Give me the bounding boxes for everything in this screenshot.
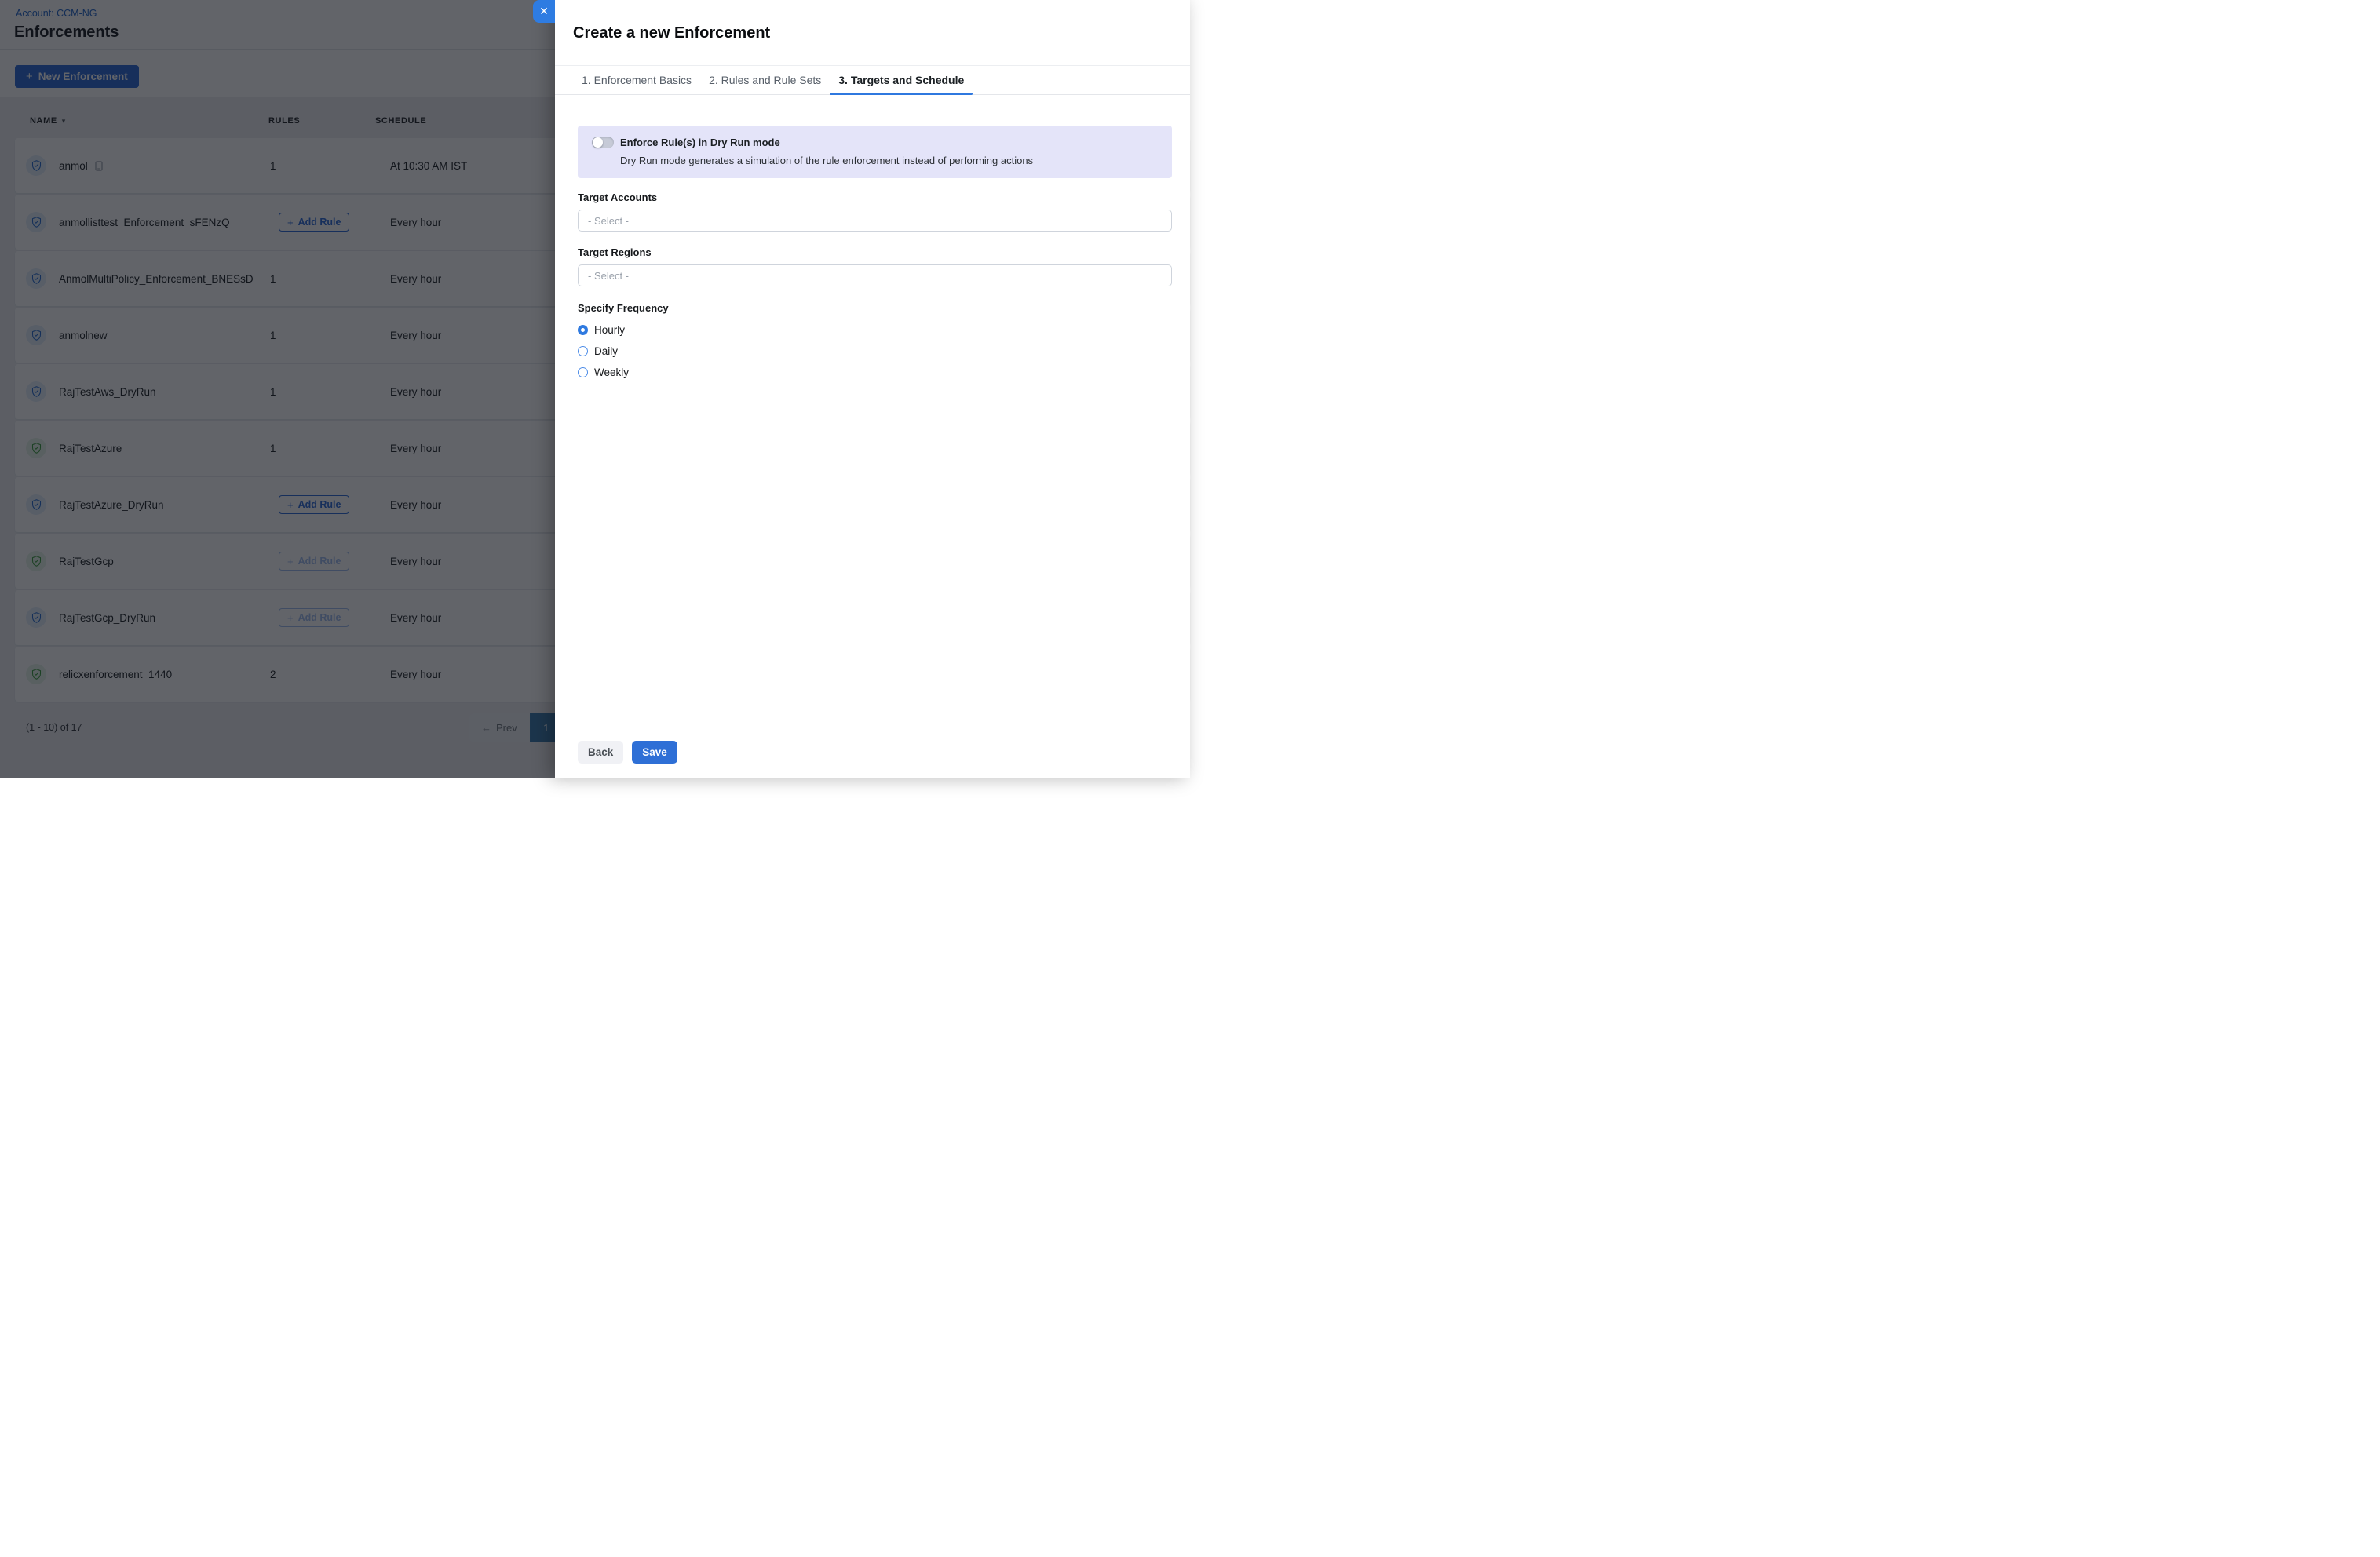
tab-targets-and-schedule[interactable]: 3. Targets and Schedule [830, 66, 973, 94]
dry-run-toggle[interactable] [592, 137, 614, 148]
tab-rules-and-rule-sets[interactable]: 2. Rules and Rule Sets [700, 66, 830, 94]
target-accounts-select[interactable]: - Select - [578, 210, 1172, 232]
dry-run-description: Dry Run mode generates a simulation of t… [620, 153, 1159, 169]
radio-selected-icon[interactable] [578, 325, 588, 335]
dry-run-title: Enforce Rule(s) in Dry Run mode [620, 135, 1159, 151]
close-icon[interactable]: ✕ [533, 0, 555, 23]
toggle-knob [593, 137, 603, 148]
back-button[interactable]: Back [578, 741, 623, 764]
target-regions-select[interactable]: - Select - [578, 264, 1172, 286]
save-button[interactable]: Save [632, 741, 677, 764]
wizard-tabs: 1. Enforcement Basics 2. Rules and Rule … [555, 65, 1190, 95]
drawer-title: Create a new Enforcement [573, 24, 770, 42]
create-enforcement-drawer: Create a new Enforcement 1. Enforcement … [555, 0, 1190, 778]
tab-enforcement-basics[interactable]: 1. Enforcement Basics [573, 66, 700, 94]
target-accounts-label: Target Accounts [578, 191, 1172, 203]
targets-schedule-form: Enforce Rule(s) in Dry Run mode Dry Run … [578, 95, 1172, 377]
specify-frequency-label: Specify Frequency [578, 302, 1172, 314]
radio-unselected-icon[interactable] [578, 346, 588, 356]
target-regions-label: Target Regions [578, 246, 1172, 258]
frequency-option-hourly[interactable]: Hourly [578, 324, 1172, 335]
dry-run-banner: Enforce Rule(s) in Dry Run mode Dry Run … [578, 126, 1172, 178]
radio-unselected-icon[interactable] [578, 367, 588, 377]
drawer-footer: Back Save [578, 741, 677, 764]
frequency-option-daily[interactable]: Daily [578, 345, 1172, 356]
frequency-option-weekly[interactable]: Weekly [578, 366, 1172, 377]
modal-dim-overlay[interactable] [0, 0, 555, 778]
